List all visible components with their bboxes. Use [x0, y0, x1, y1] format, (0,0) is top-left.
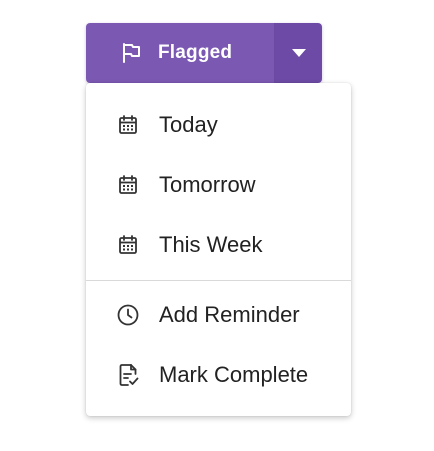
dropdown-toggle-button[interactable]	[275, 23, 322, 83]
flag-icon	[120, 42, 142, 64]
clock-icon	[116, 303, 140, 327]
menu-item-label: This Week	[159, 232, 263, 257]
flagged-button[interactable]: Flagged	[86, 23, 274, 83]
menu-item-this-week[interactable]: This Week	[86, 215, 351, 275]
dropdown-menu: Today Tomorrow This Week Add Reminder Ma…	[86, 83, 351, 416]
document-check-icon	[116, 363, 140, 387]
calendar-icon	[116, 113, 140, 137]
flagged-button-label: Flagged	[158, 42, 233, 63]
menu-item-label: Mark Complete	[159, 362, 309, 387]
menu-item-today[interactable]: Today	[86, 95, 351, 155]
menu-item-add-reminder[interactable]: Add Reminder	[86, 285, 351, 345]
menu-separator	[86, 280, 351, 281]
caret-down-icon	[291, 49, 306, 57]
stage: Flagged Today Tomorrow This Week Add Rem…	[0, 0, 434, 451]
menu-item-mark-complete[interactable]: Mark Complete	[86, 345, 351, 405]
menu-item-label: Tomorrow	[159, 172, 256, 197]
menu-item-label: Add Reminder	[159, 302, 300, 327]
calendar-icon	[116, 173, 140, 197]
flagged-split-button: Flagged	[86, 23, 322, 83]
menu-item-label: Today	[159, 112, 218, 137]
calendar-icon	[116, 233, 140, 257]
menu-item-tomorrow[interactable]: Tomorrow	[86, 155, 351, 215]
